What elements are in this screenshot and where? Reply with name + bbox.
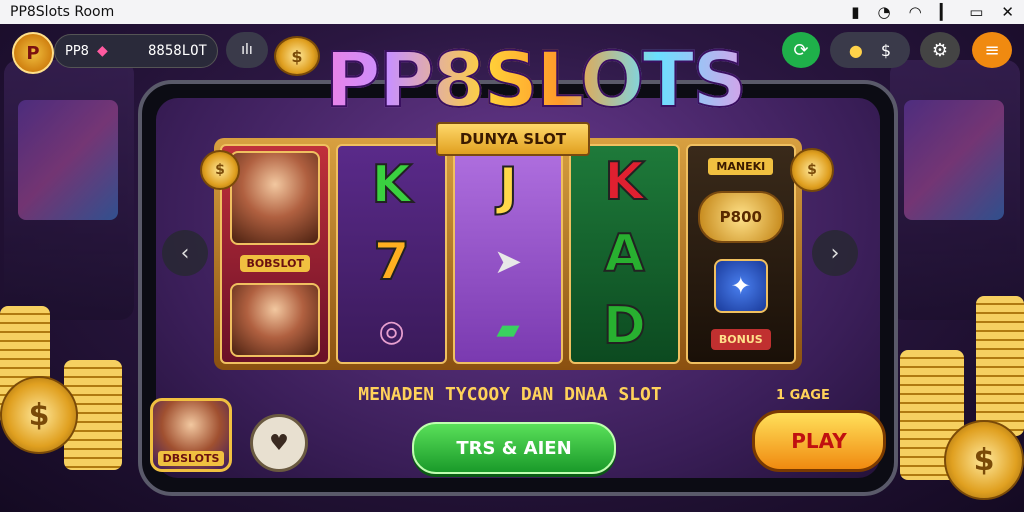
reel-header-label: MANEKI [708,158,774,175]
cash-icon: ▰ [496,312,520,348]
profile-card[interactable]: DBSLOTS [150,398,232,472]
stats-button[interactable]: ılı [226,32,268,68]
next-arrow-button[interactable]: › [812,230,858,276]
slot-reels: BOBSLOT K 7 ◎ J ➤ ▰ K A D MANEKI P800 ✦ … [214,138,802,370]
jackpot-coin: P800 [697,191,784,243]
coin-icon: $ [274,36,320,76]
window-title: PP8Slots Room [10,4,115,20]
heart-icon: ♥ [269,430,289,456]
status-icons: ▮ ◔ ◠ ▎ ▭ ✕ [851,2,1014,21]
reel-2: K 7 ◎ [336,144,447,364]
character-card [230,282,321,357]
balance-display: PP8 ◆ 8858LOT [54,34,218,68]
play-button[interactable]: PLAY [752,410,886,472]
alarm-icon: ◔ [877,2,891,21]
reel-4: K A D [569,144,680,364]
gear-icon: ⚙ [931,39,949,61]
favorite-button[interactable]: ♥ [250,414,308,472]
bonus-tag: BONUS [710,329,771,350]
close-icon[interactable]: ✕ [1001,4,1014,20]
arcade-machine-right [890,60,1020,320]
status-bar: PP8Slots Room ▮ ◔ ◠ ▎ ▭ ✕ [0,0,1024,24]
battery-icon: ▭ [969,2,984,21]
symbol-d: D [602,296,647,356]
coin-icon: $ [790,148,834,192]
symbol-k: K [603,152,645,212]
refresh-icon: ⟳ [793,39,809,61]
bulb-icon: ● [848,40,863,60]
settings-button[interactable]: ⚙ [920,32,960,68]
symbol-k: K [370,154,412,215]
reel-3: J ➤ ▰ [452,144,564,364]
character-card [230,151,321,246]
game-tagline: MENADEN TYCOOY DAN DNAA SLOT [358,384,662,405]
avatar[interactable]: P [12,32,54,74]
symbol-a: A [603,224,645,284]
bullet-icon: ➤ [493,242,523,283]
chevron-left-icon: ‹ [180,240,190,266]
bulb-value: $ [880,40,892,60]
prev-arrow-button[interactable]: ‹ [162,230,208,276]
profile-card-label: DBSLOTS [157,451,225,466]
hint-pill[interactable]: ● $ [830,32,910,68]
symbol-j: J [497,156,518,217]
ring-icon: ◎ [378,314,405,350]
coin-icon: $ [0,376,78,454]
nfc-icon: ▮ [851,2,860,21]
hamburger-icon: ≡ [984,39,1000,61]
balance-amount: 8858LOT [147,43,207,59]
character-label: BOBSLOT [240,255,310,273]
bet-info: 1 GAGE [776,388,830,403]
refresh-button[interactable]: ⟳ [782,32,820,68]
menu-button[interactable]: ≡ [972,32,1012,68]
wifi-icon: ◠ [908,2,922,21]
coin-icon: $ [944,420,1024,500]
shield-icon: ✦ [713,259,768,313]
chevron-right-icon: › [830,240,840,266]
gem-icon: ◆ [96,43,108,59]
reel-5: MANEKI P800 ✦ BONUS [685,144,797,364]
logo-subtitle: DUNYA SLOT [436,122,590,156]
game-logo: PP8SLOTS [290,41,780,119]
coin-icon: $ [200,150,240,190]
balance-prefix: PP8 [65,43,89,59]
spin-button[interactable]: TRS & AIEN [412,422,616,474]
symbol-seven: 7 [373,232,411,293]
arcade-machine-left [4,60,134,320]
coin-stack [976,296,1024,436]
signal-icon: ▎ [939,2,952,21]
